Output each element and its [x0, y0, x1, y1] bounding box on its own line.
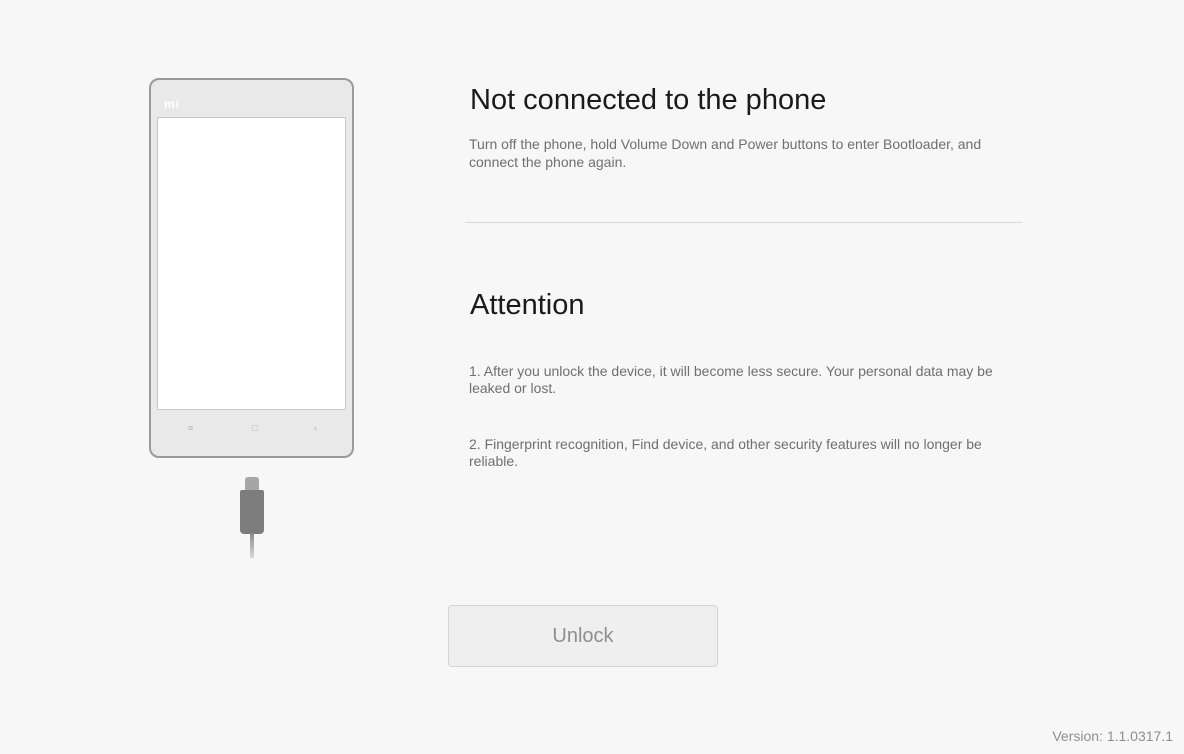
- mi-logo: mi: [164, 97, 181, 111]
- home-key-icon: □: [252, 423, 258, 433]
- attention-title: Attention: [470, 289, 585, 321]
- phone-screen: [157, 117, 346, 410]
- section-divider: [465, 222, 1022, 223]
- attention-item: 2. Fingerprint recognition, Find device,…: [469, 436, 982, 469]
- unlock-button[interactable]: Unlock: [448, 605, 718, 667]
- status-title: Not connected to the phone: [470, 84, 827, 116]
- back-key-icon: ‹: [314, 423, 317, 433]
- usb-connector-icon: [240, 490, 264, 534]
- menu-key-icon: ≡: [188, 423, 194, 433]
- usb-cable-icon: [250, 533, 254, 558]
- attention-item: 1. After you unlock the device, it will …: [469, 363, 993, 396]
- phone-illustration: mi ≡ □ ‹: [149, 78, 354, 458]
- status-description: Turn off the phone, hold Volume Down and…: [469, 136, 982, 170]
- usb-plug-icon: [245, 477, 259, 491]
- version-label: Version: 1.1.0317.1: [1052, 728, 1173, 744]
